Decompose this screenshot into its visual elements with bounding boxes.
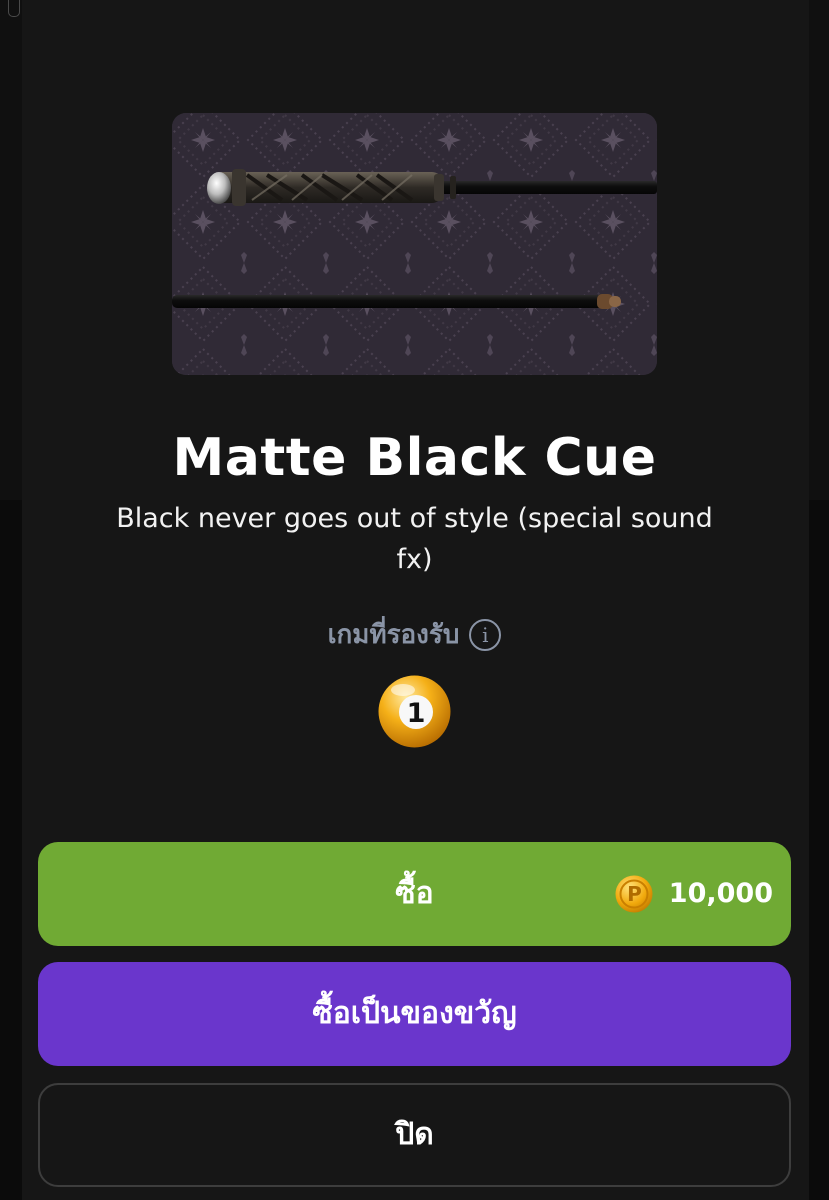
cue-preview-image	[172, 113, 657, 375]
buy-button-label: ซื้อ	[395, 876, 434, 911]
coin-p-icon: P	[615, 875, 653, 913]
price-tag: P 10,000	[615, 842, 773, 946]
compatible-games-row: เกมที่รองรับ i	[0, 614, 829, 655]
billiard-ball-1-icon: 1	[377, 674, 452, 749]
item-title: Matte Black Cue	[172, 428, 657, 488]
gift-button-label: ซื้อเป็นของขวัญ	[312, 996, 517, 1031]
close-button[interactable]: ปิด	[38, 1083, 791, 1187]
price-value: 10,000	[668, 878, 773, 909]
buy-button[interactable]: ซื้อ P 10,000	[38, 842, 791, 946]
close-button-label: ปิด	[395, 1117, 434, 1152]
buy-as-gift-button[interactable]: ซื้อเป็นของขวัญ	[38, 962, 791, 1066]
svg-text:P: P	[627, 882, 642, 906]
compatible-games-label: เกมที่รองรับ	[327, 620, 460, 650]
scroll-indicator	[8, 0, 20, 17]
item-description: Black never goes out of style (special s…	[116, 503, 713, 575]
ball-number: 1	[407, 698, 426, 729]
info-circle-icon[interactable]: i	[469, 618, 502, 651]
